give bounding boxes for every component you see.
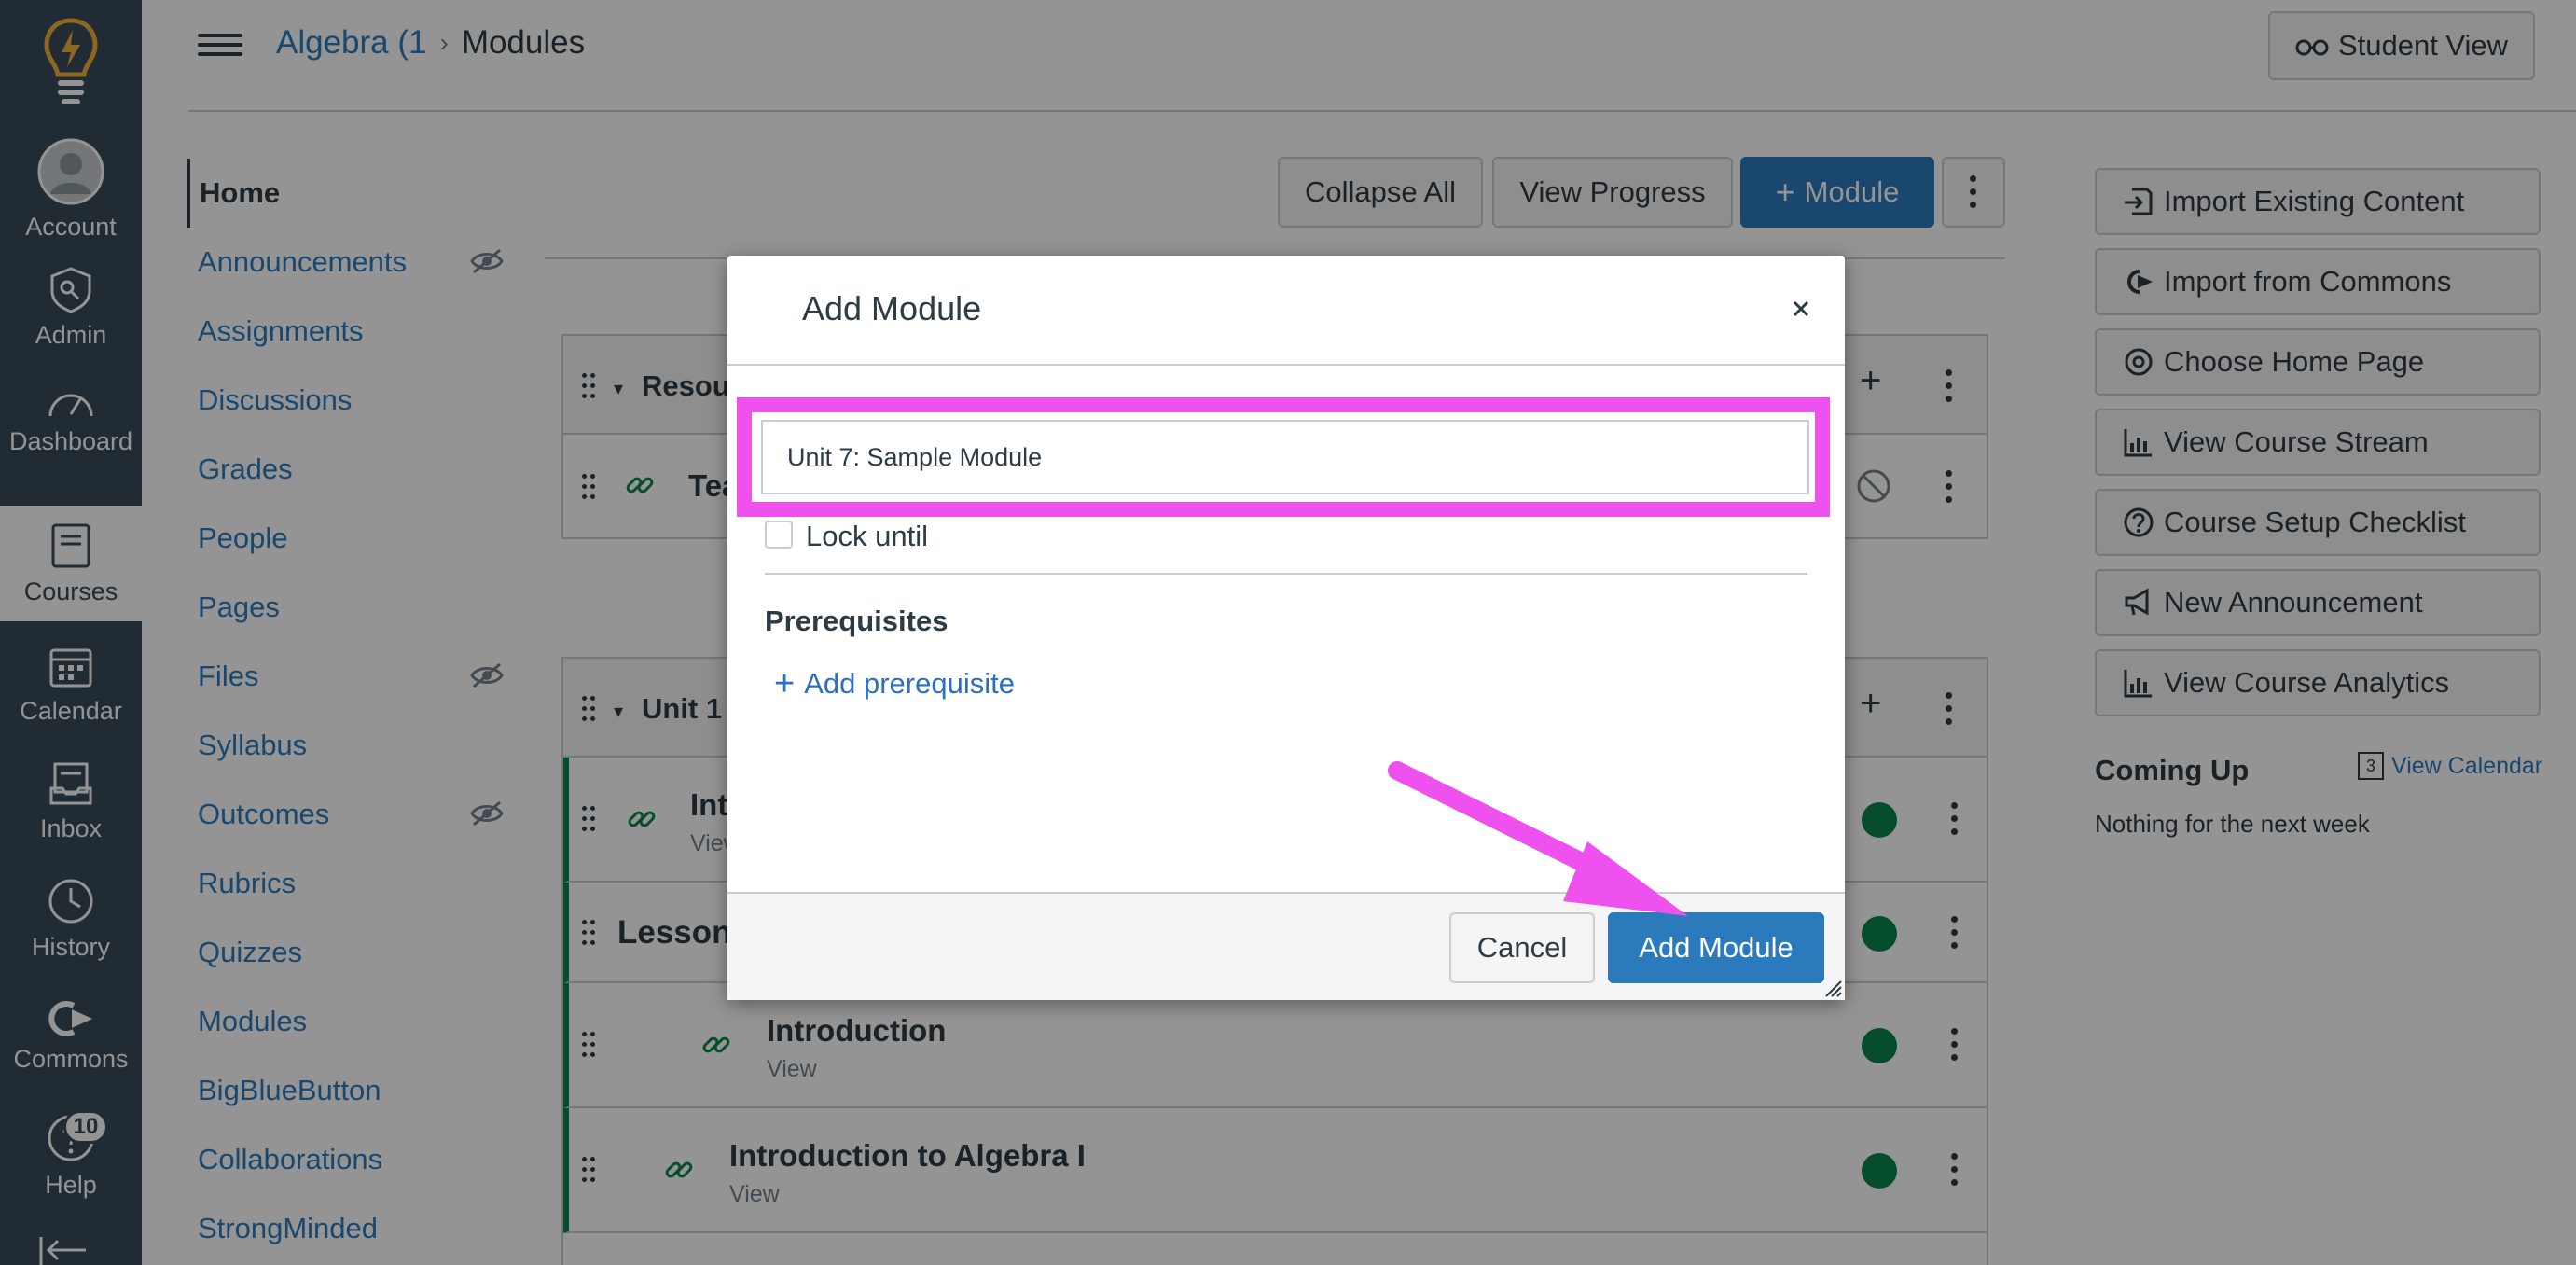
plus-icon: + bbox=[774, 664, 796, 703]
cancel-button[interactable]: Cancel bbox=[1449, 912, 1595, 983]
add-prerequisite-label: Add prerequisite bbox=[804, 667, 1015, 700]
add-prerequisite-link[interactable]: + Add prerequisite bbox=[774, 666, 1015, 702]
dialog-footer: Cancel Add Module bbox=[727, 892, 1845, 1000]
prerequisites-heading: Prerequisites bbox=[765, 605, 949, 637]
resize-handle-icon[interactable] bbox=[1822, 978, 1843, 998]
add-module-dialog: Add Module Unit 7: Sample Module Lock un… bbox=[727, 256, 1845, 1000]
close-icon[interactable] bbox=[1785, 293, 1817, 325]
module-name-input[interactable]: Unit 7: Sample Module bbox=[761, 420, 1809, 494]
dialog-title: Add Module bbox=[802, 289, 982, 327]
add-module-submit-button[interactable]: Add Module bbox=[1608, 912, 1824, 983]
lock-until-label: Lock until bbox=[806, 520, 928, 552]
dialog-header: Add Module bbox=[727, 256, 1845, 366]
dialog-divider bbox=[765, 573, 1807, 575]
lock-until-checkbox[interactable] bbox=[765, 521, 793, 549]
